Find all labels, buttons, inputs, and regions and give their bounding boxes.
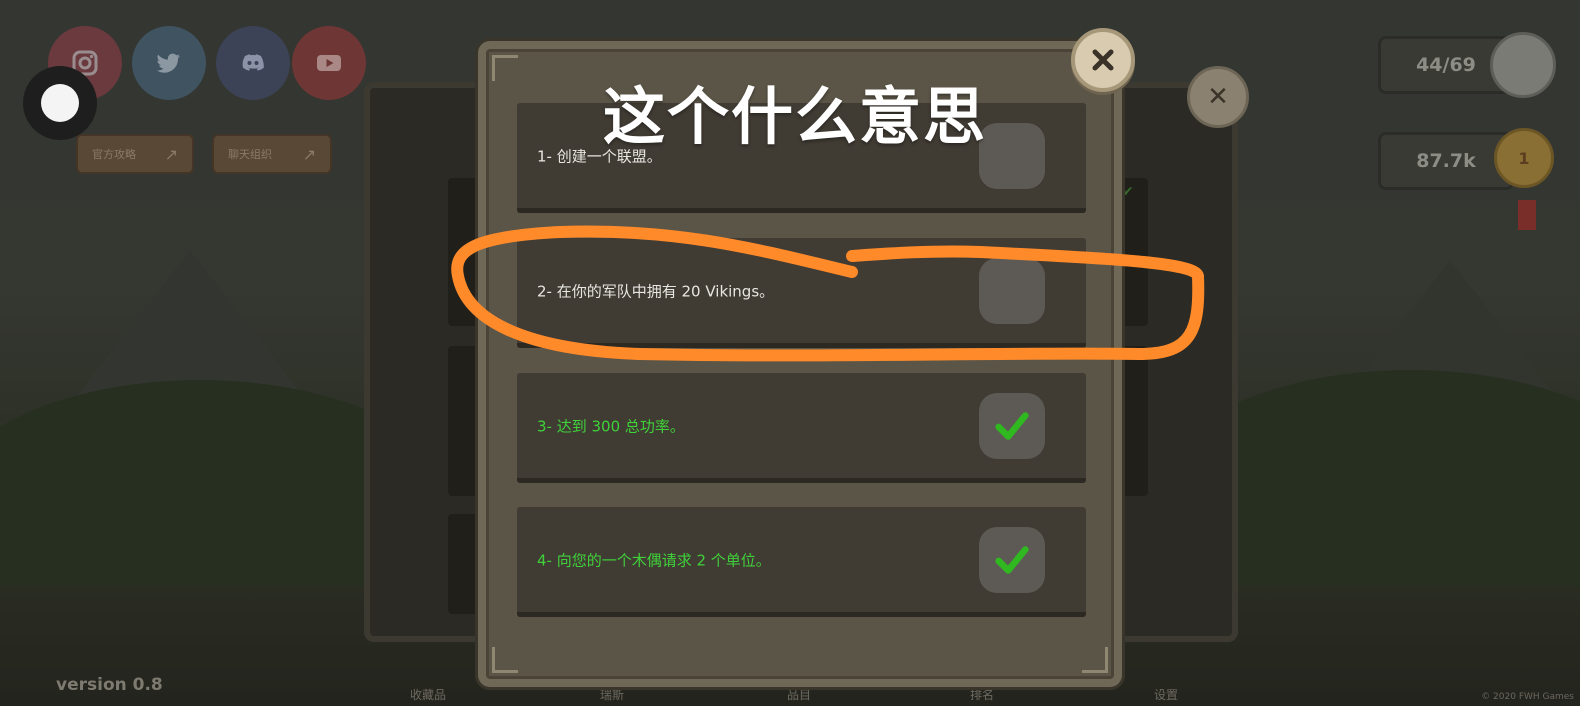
- copyright-text: © 2020 FWH Games: [1481, 692, 1574, 702]
- quest-row: 1- 创建一个联盟。: [517, 103, 1086, 213]
- progress-counter-value: 44/69: [1416, 54, 1476, 76]
- currency-counter-value: 87.7k: [1416, 150, 1476, 172]
- assistive-dot-icon: [41, 84, 79, 122]
- version-label: version 0.8: [56, 675, 163, 695]
- quest-row: 4- 向您的一个木偶请求 2 个单位。: [517, 507, 1086, 617]
- quest-status-complete: [979, 526, 1045, 593]
- discord-button[interactable]: [216, 26, 290, 100]
- floating-assistive-button[interactable]: [23, 66, 97, 140]
- guide-link-label: 官方攻略: [92, 148, 136, 161]
- medal-ribbon: [1518, 200, 1536, 230]
- checkmark-icon: [995, 411, 1029, 440]
- youtube-icon: [317, 55, 341, 71]
- viking-avatar[interactable]: [1490, 32, 1556, 98]
- twitter-button[interactable]: [132, 26, 206, 100]
- frame-corner: [492, 55, 518, 81]
- quest-text: 1- 创建一个联盟。: [537, 147, 662, 165]
- nav-item-ranking[interactable]: 排名: [970, 686, 994, 703]
- quest-row: 3- 达到 300 总功率。: [517, 373, 1086, 483]
- rank-medal-value: 1: [1518, 148, 1530, 168]
- quest-row: 2- 在你的军队中拥有 20 Vikings。: [517, 238, 1086, 348]
- close-icon: ✕: [1207, 82, 1229, 112]
- rank-medal[interactable]: 1: [1494, 128, 1554, 188]
- quest-status-empty: [979, 122, 1045, 189]
- nav-item-3[interactable]: 品目: [787, 686, 811, 703]
- modal-close-button[interactable]: [1071, 28, 1135, 92]
- background-close-button[interactable]: ✕: [1187, 66, 1249, 128]
- frame-corner: [492, 647, 518, 673]
- external-link-icon: ↗: [302, 144, 316, 164]
- youtube-button[interactable]: [292, 26, 366, 100]
- quest-text: 2- 在你的军队中拥有 20 Vikings。: [537, 282, 775, 300]
- twitter-icon: [157, 53, 180, 73]
- checkmark-icon: [995, 545, 1029, 574]
- frame-corner: [1082, 647, 1108, 673]
- guide-link-button[interactable]: 官方攻略 ↗: [76, 134, 194, 174]
- chat-link-label: 聊天组织: [228, 148, 272, 161]
- nav-item-2[interactable]: 瑞斯: [600, 686, 624, 703]
- quest-text: 4- 向您的一个木偶请求 2 个单位。: [537, 551, 771, 569]
- nav-item-collection[interactable]: 收藏品: [410, 686, 446, 703]
- chat-link-button[interactable]: 聊天组织 ↗: [212, 134, 332, 174]
- quest-status-empty: [979, 257, 1045, 324]
- quest-text: 3- 达到 300 总功率。: [537, 417, 685, 435]
- external-link-icon: ↗: [164, 144, 178, 164]
- close-icon: [1092, 49, 1114, 71]
- quest-status-complete: [979, 392, 1045, 459]
- discord-icon: [242, 54, 264, 71]
- nav-item-settings[interactable]: 设置: [1154, 686, 1178, 703]
